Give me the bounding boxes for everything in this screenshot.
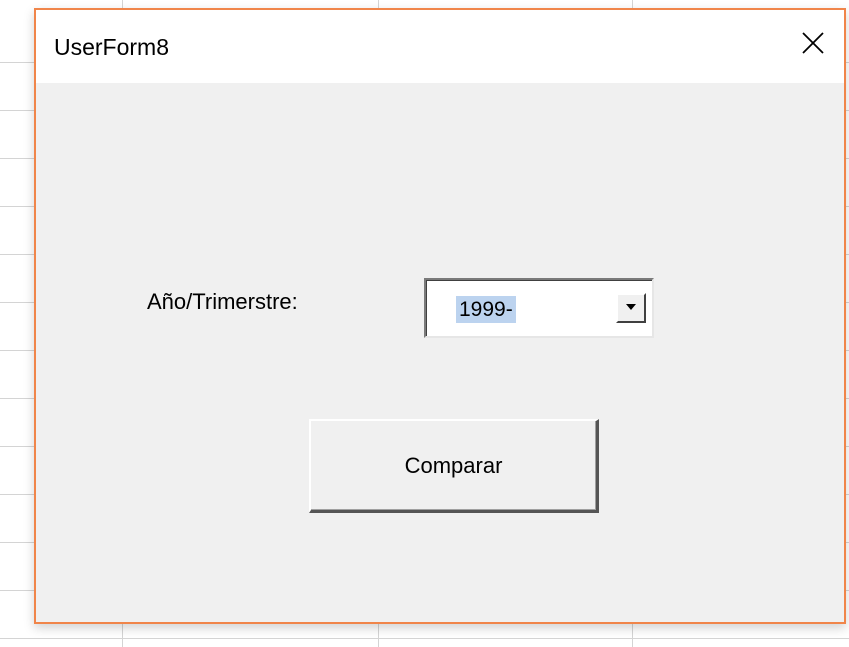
- compare-button-label: Comparar: [404, 452, 503, 478]
- year-quarter-combobox[interactable]: 1999-: [424, 278, 654, 338]
- chevron-down-icon: [624, 299, 638, 317]
- dialog-title: UserForm8: [54, 34, 170, 60]
- combobox-dropdown-button[interactable]: [616, 293, 646, 323]
- userform-dialog: UserForm8 Año/Trimerstre: 1999- Comparar: [34, 8, 846, 624]
- compare-button[interactable]: Comparar: [309, 419, 599, 513]
- close-button[interactable]: [788, 20, 838, 70]
- title-bar[interactable]: UserForm8: [36, 10, 844, 83]
- combobox-selected-value[interactable]: 1999-: [456, 296, 516, 323]
- year-quarter-label: Año/Trimerstre:: [147, 289, 298, 314]
- grid-row-line: [0, 638, 849, 639]
- close-icon: [800, 30, 826, 61]
- combobox-field[interactable]: 1999-: [426, 280, 652, 336]
